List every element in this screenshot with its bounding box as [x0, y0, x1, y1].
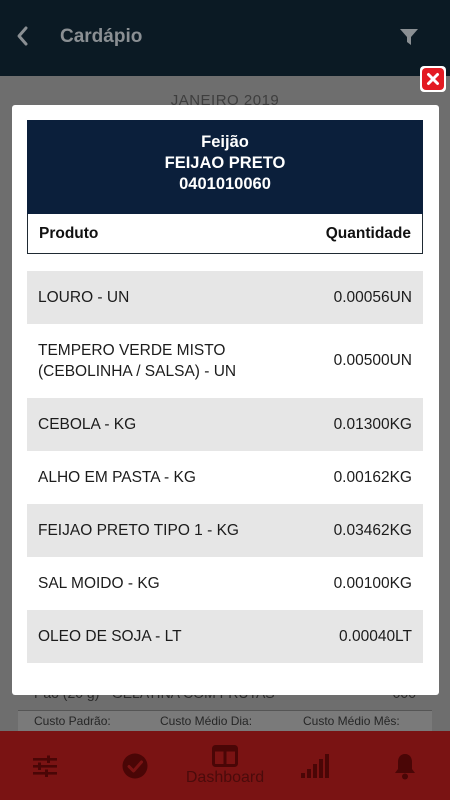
column-product: Produto [39, 225, 99, 242]
table-row: TEMPERO VERDE MISTO (CEBOLINHA / SALSA) … [27, 324, 423, 398]
close-icon [422, 68, 444, 90]
dish-variant: FEIJAO PRETO [164, 154, 286, 172]
dish-code: 0401010060 [179, 175, 271, 193]
row-product: CEBOLA - KG [38, 416, 137, 433]
row-quantity: 0.00040LT [339, 627, 412, 645]
row-product: LOURO - UN [38, 289, 130, 306]
column-quantity: Quantidade [325, 225, 411, 242]
dish-name: Feijão [201, 133, 249, 151]
back-icon[interactable] [12, 22, 34, 50]
modal-header: Feijão FEIJAO PRETO 0401010060 [27, 120, 423, 214]
app-bar: Cardápio [0, 0, 450, 76]
row-product: OLEO DE SOJA - LT [38, 628, 182, 645]
table-row: FEIJAO PRETO TIPO 1 - KG 0.03462KG [27, 504, 423, 557]
ingredients-modal: Feijão FEIJAO PRETO 0401010060 Produto Q… [12, 105, 439, 695]
cost-standard-label: Custo Padrão: [34, 714, 111, 728]
nav-dashboard-label: Dashboard [185, 768, 265, 786]
nav-statistics[interactable] [298, 731, 332, 800]
ingredients-list: LOURO - UN 0.00056UN TEMPERO VERDE MISTO… [27, 271, 423, 663]
row-product: SAL MOIDO - KG [38, 575, 160, 592]
check-circle-icon [122, 753, 148, 778]
row-product: TEMPERO VERDE MISTO (CEBOLINHA / SALSA) … [38, 342, 237, 380]
row-product: FEIJAO PRETO TIPO 1 - KG [38, 522, 239, 539]
nav-notifications[interactable] [388, 731, 422, 800]
row-quantity: 0.01300KG [333, 415, 412, 433]
table-row: CEBOLA - KG 0.01300KG [27, 398, 423, 451]
nav-approve[interactable] [118, 731, 152, 800]
row-product: ALHO EM PASTA - KG [38, 469, 196, 486]
nav-dashboard[interactable]: Dashboard [178, 731, 272, 800]
table-row: SAL MOIDO - KG 0.00100KG [27, 557, 423, 610]
table-row: ALHO EM PASTA - KG 0.00162KG [27, 451, 423, 504]
cost-daily-label: Custo Médio Dia: [160, 714, 253, 728]
cost-monthly-label: Custo Médio Mês: [303, 714, 400, 728]
dashboard-icon [212, 744, 238, 767]
settings-sliders-icon [33, 755, 57, 777]
row-quantity: 0.00100KG [333, 574, 412, 592]
close-button[interactable] [420, 66, 446, 92]
bottom-navigation: Dashboard [0, 731, 450, 800]
signal-bars-icon [301, 753, 329, 778]
row-quantity: 0.00500UN [333, 352, 412, 369]
bell-icon [395, 753, 415, 779]
cost-summary: Custo Padrão: Custo Médio Dia: Custo Méd… [18, 710, 432, 731]
row-quantity: 0.00162KG [333, 468, 412, 486]
table-header: Produto Quantidade [27, 214, 423, 254]
table-row: OLEO DE SOJA - LT 0.00040LT [27, 610, 423, 663]
table-row: LOURO - UN 0.00056UN [27, 271, 423, 324]
row-quantity: 0.03462KG [333, 521, 412, 539]
row-quantity: 0.00056UN [333, 288, 412, 306]
page-title: Cardápio [60, 26, 143, 47]
nav-settings[interactable] [28, 731, 62, 800]
filter-icon[interactable] [398, 26, 420, 48]
